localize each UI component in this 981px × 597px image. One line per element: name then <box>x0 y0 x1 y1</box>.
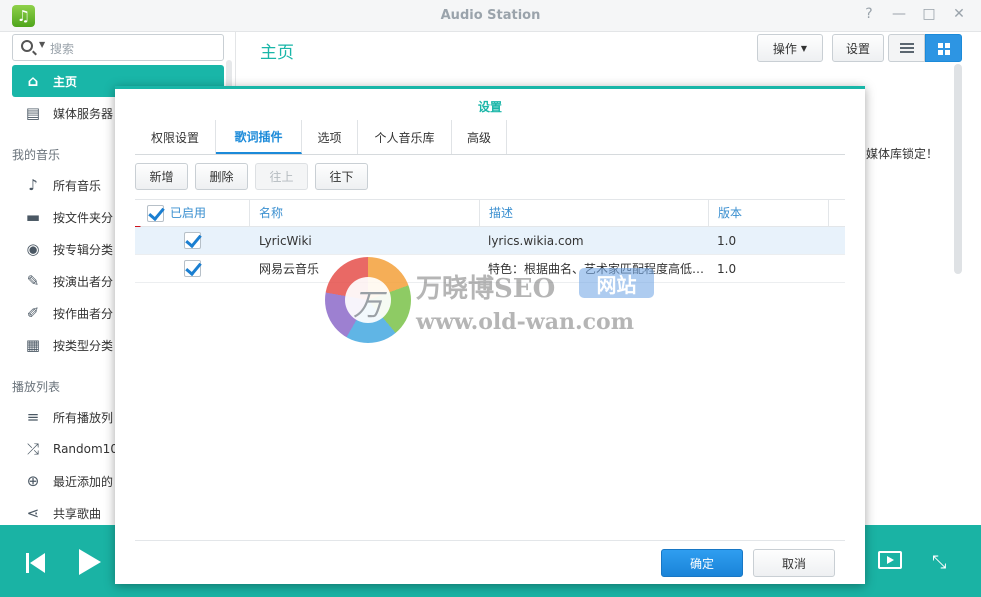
dialog-footer-divider <box>135 540 845 541</box>
cancel-button[interactable]: 取消 <box>753 549 835 577</box>
plugin-version: 1.0 <box>717 234 737 248</box>
watermark-title: 万晓博SEO <box>416 274 556 304</box>
delete-button[interactable]: 删除 <box>195 163 248 190</box>
settings-button[interactable]: 设置 <box>832 34 884 62</box>
window-controls: ? — □ ✕ <box>861 6 967 22</box>
home-notice-text: ，媒体库锁定！ <box>854 147 939 161</box>
window-title: Audio Station <box>440 8 541 23</box>
column-name[interactable]: 名称 <box>250 200 480 227</box>
plus-circle-icon: ⊕ <box>26 472 40 490</box>
table-row[interactable]: LyricWiki lyrics.wikia.com 1.0 <box>135 227 845 255</box>
add-button[interactable]: 新增 <box>135 163 188 190</box>
play-icon[interactable] <box>79 549 101 575</box>
search-placeholder: 搜索 <box>50 42 75 56</box>
list-view-button[interactable] <box>888 34 925 62</box>
collapse-icon[interactable]: ⤡ <box>932 552 946 573</box>
home-icon: ⌂ <box>27 72 39 90</box>
tab-personal-library[interactable]: 个人音乐库 <box>358 120 452 154</box>
select-all-checkbox[interactable] <box>147 205 164 222</box>
help-icon[interactable]: ? <box>861 6 877 22</box>
tab-advanced[interactable]: 高级 <box>452 120 507 154</box>
sidebar-item-label: 按文件夹分 <box>53 210 114 225</box>
video-output-icon[interactable] <box>878 551 902 569</box>
grid-view-button[interactable] <box>925 34 962 62</box>
plugin-version: 1.0 <box>717 262 737 276</box>
watermark-logo-glyph: 万 <box>353 288 383 323</box>
tab-permissions[interactable]: 权限设置 <box>135 120 216 154</box>
sidebar-item-label: 最近添加的 <box>53 474 114 489</box>
previous-track-icon[interactable] <box>26 553 46 573</box>
playlist-icon: ≡ <box>26 408 40 426</box>
microphone-icon: ✎ <box>26 272 40 290</box>
folder-icon: ▬ <box>25 208 41 226</box>
sidebar-item-label: 共享歌曲 <box>53 506 102 521</box>
sidebar-item-label: 按演出者分 <box>53 274 114 289</box>
sidebar-item-label: 所有音乐 <box>53 178 102 193</box>
sidebar-item-label: 按专辑分类 <box>53 242 114 257</box>
section-playlist: 播放列表 <box>12 380 61 394</box>
dialog-title: 设置 <box>477 100 502 114</box>
chevron-down-icon: ▼ <box>800 43 808 53</box>
sidebar-item-label: 按类型分类 <box>53 338 114 353</box>
shuffle-icon: ⤮ <box>26 440 39 458</box>
column-version[interactable]: 版本 <box>709 200 829 227</box>
enabled-checkbox[interactable] <box>184 232 201 249</box>
table-header: 已启用 名称 描述 版本 <box>135 199 845 227</box>
tab-options[interactable]: 选项 <box>302 120 358 154</box>
minimize-icon[interactable]: — <box>891 6 907 22</box>
sidebar-item-label: 媒体服务器 <box>53 106 114 121</box>
sidebar-item-label: 按作曲者分 <box>53 306 114 321</box>
chevron-down-icon[interactable]: ▼ <box>39 40 45 49</box>
watermark-url: www.old-wan.com <box>416 309 635 335</box>
search-input[interactable]: ▼ 搜索 <box>12 34 224 61</box>
enabled-checkbox[interactable] <box>184 260 201 277</box>
share-icon: ⋖ <box>26 504 40 522</box>
tab-lyrics-plugin[interactable]: 歌词插件 <box>216 120 302 154</box>
watermark-badge: 网站 <box>579 268 654 298</box>
action-button-label: 操作 <box>772 41 797 56</box>
search-icon <box>21 40 33 52</box>
settings-dialog: 设置 权限设置 歌词插件 选项 个人音乐库 高级 新增 删除 往上 往下 已启用… <box>115 86 865 584</box>
ok-button[interactable]: 确定 <box>661 549 743 577</box>
pen-icon: ✐ <box>26 304 40 322</box>
sidebar-item-label: 所有播放列 <box>53 410 114 425</box>
grid-icon: ▦ <box>25 336 41 354</box>
action-button[interactable]: 操作 ▼ <box>757 34 823 62</box>
album-icon: ◉ <box>26 240 40 258</box>
plugin-name: LyricWiki <box>259 234 312 248</box>
section-my-music: 我的音乐 <box>12 148 61 162</box>
main-scrollbar[interactable] <box>954 64 962 274</box>
sidebar-item-label: Random10 <box>53 442 118 456</box>
column-description[interactable]: 描述 <box>480 200 709 227</box>
plugin-description: lyrics.wikia.com <box>488 234 584 248</box>
title-bar: ♫ Audio Station ? — □ ✕ <box>0 0 981 32</box>
sidebar-item-label: 主页 <box>53 74 78 89</box>
move-up-button[interactable]: 往上 <box>255 163 308 190</box>
tab-bar: 权限设置 歌词插件 选项 个人音乐库 高级 <box>135 120 845 155</box>
music-note-icon: ♪ <box>28 176 38 194</box>
maximize-icon[interactable]: □ <box>921 6 937 22</box>
move-down-button[interactable]: 往下 <box>315 163 368 190</box>
page-title: 主页 <box>260 43 294 63</box>
media-server-icon: ▤ <box>25 104 41 122</box>
close-icon[interactable]: ✕ <box>951 6 967 22</box>
